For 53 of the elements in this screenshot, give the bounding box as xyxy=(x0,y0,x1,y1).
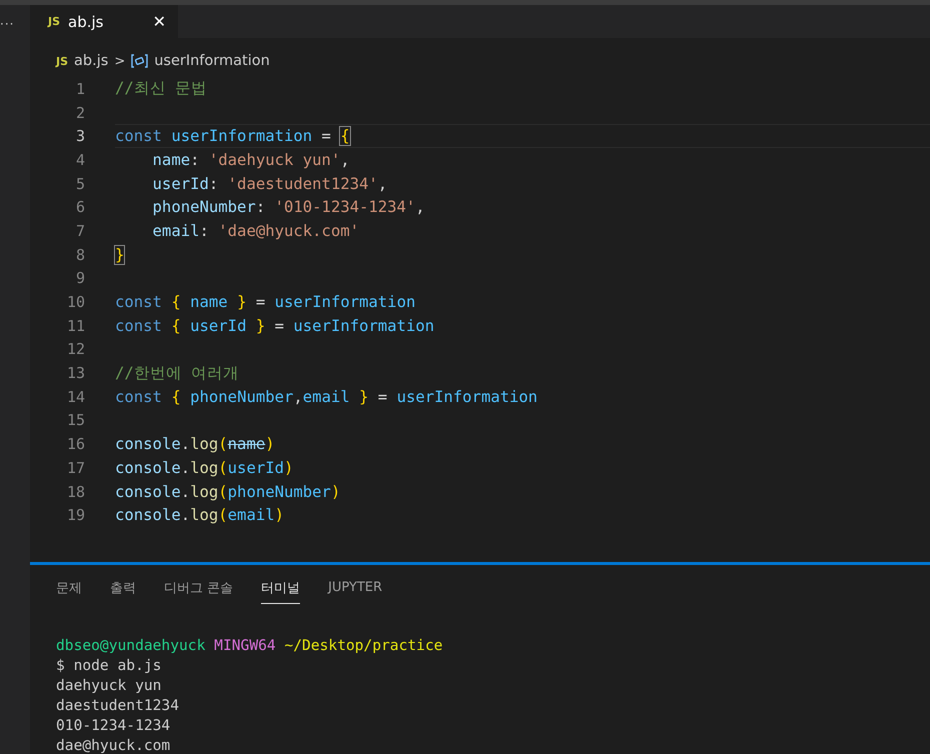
terminal-prompt: dbseo@yundaehyuck MINGW64 ~/Desktop/practice xyxy=(56,636,444,656)
code-line: console.log(name) xyxy=(115,435,275,454)
code-line: } xyxy=(115,246,124,264)
code-line: console.log(email) xyxy=(115,506,284,524)
breadcrumb-item[interactable]: ab.js xyxy=(74,53,108,69)
line-number: 6 xyxy=(74,198,85,216)
line-number: 18 xyxy=(66,482,85,501)
line-number: 2 xyxy=(74,104,85,122)
code-line: userId: 'daestudent1234', xyxy=(152,174,388,193)
line-number: 16 xyxy=(66,435,85,454)
terminal-line: dae@hyuck.com xyxy=(56,736,172,754)
code-line: console.log(userId) xyxy=(115,458,294,477)
more-actions-icon[interactable]: ··· xyxy=(0,17,14,31)
editor-tab[interactable]: JS ab.js ✕ xyxy=(30,5,178,38)
code-line: email: 'dae@hyuck.com' xyxy=(152,222,360,240)
panel-tab[interactable]: 터미널 xyxy=(261,570,300,604)
code-line: const { userId } = userInformation xyxy=(115,316,434,335)
code-line: name: 'daehyuck yun', xyxy=(152,150,350,169)
line-number: 8 xyxy=(74,246,85,264)
line-number: 15 xyxy=(66,411,85,430)
terminal-line: daehyuck yun xyxy=(56,676,162,696)
line-number: 7 xyxy=(74,222,85,240)
line-number: 14 xyxy=(66,388,85,406)
terminal-line: 010-1234-1234 xyxy=(56,716,172,736)
panel-tab[interactable]: JUPYTER xyxy=(328,572,382,602)
close-icon[interactable]: ✕ xyxy=(152,12,166,31)
line-number: 4 xyxy=(74,150,85,169)
line-number: 9 xyxy=(74,269,85,288)
code-line: phoneNumber: '010-1234-1234', xyxy=(152,198,425,216)
panel-tab[interactable]: 디버그 콘솔 xyxy=(164,570,234,604)
terminal-line: $ node ab.js xyxy=(56,656,162,676)
line-number: 12 xyxy=(66,340,85,358)
line-number: 13 xyxy=(66,364,85,382)
panel-tab[interactable]: 출력 xyxy=(110,570,136,604)
line-number: 17 xyxy=(66,458,85,477)
breadcrumb-item[interactable]: userInformation xyxy=(154,53,270,69)
code-line: console.log(phoneNumber) xyxy=(115,482,340,501)
code-line: const userInformation = { xyxy=(115,127,350,146)
chevron-icon: > xyxy=(114,54,126,68)
line-number: 11 xyxy=(66,316,85,335)
line-number: 10 xyxy=(66,293,85,312)
code-line: const { name } = userInformation xyxy=(115,293,416,312)
panel-tab[interactable]: 문제 xyxy=(56,570,82,604)
line-number: 5 xyxy=(74,174,85,193)
javascript-file-icon: JS xyxy=(56,54,68,68)
line-number: 3 xyxy=(74,127,85,146)
code-line: const { phoneNumber,email } = userInformation xyxy=(115,388,538,406)
line-number: 19 xyxy=(66,506,85,524)
variable-symbol-icon xyxy=(131,54,148,68)
code-line: //한번에 여러개 xyxy=(115,362,240,384)
code-line: //최신 문법 xyxy=(115,78,208,100)
terminal-line: daestudent1234 xyxy=(56,696,180,716)
line-number: 1 xyxy=(74,80,85,98)
